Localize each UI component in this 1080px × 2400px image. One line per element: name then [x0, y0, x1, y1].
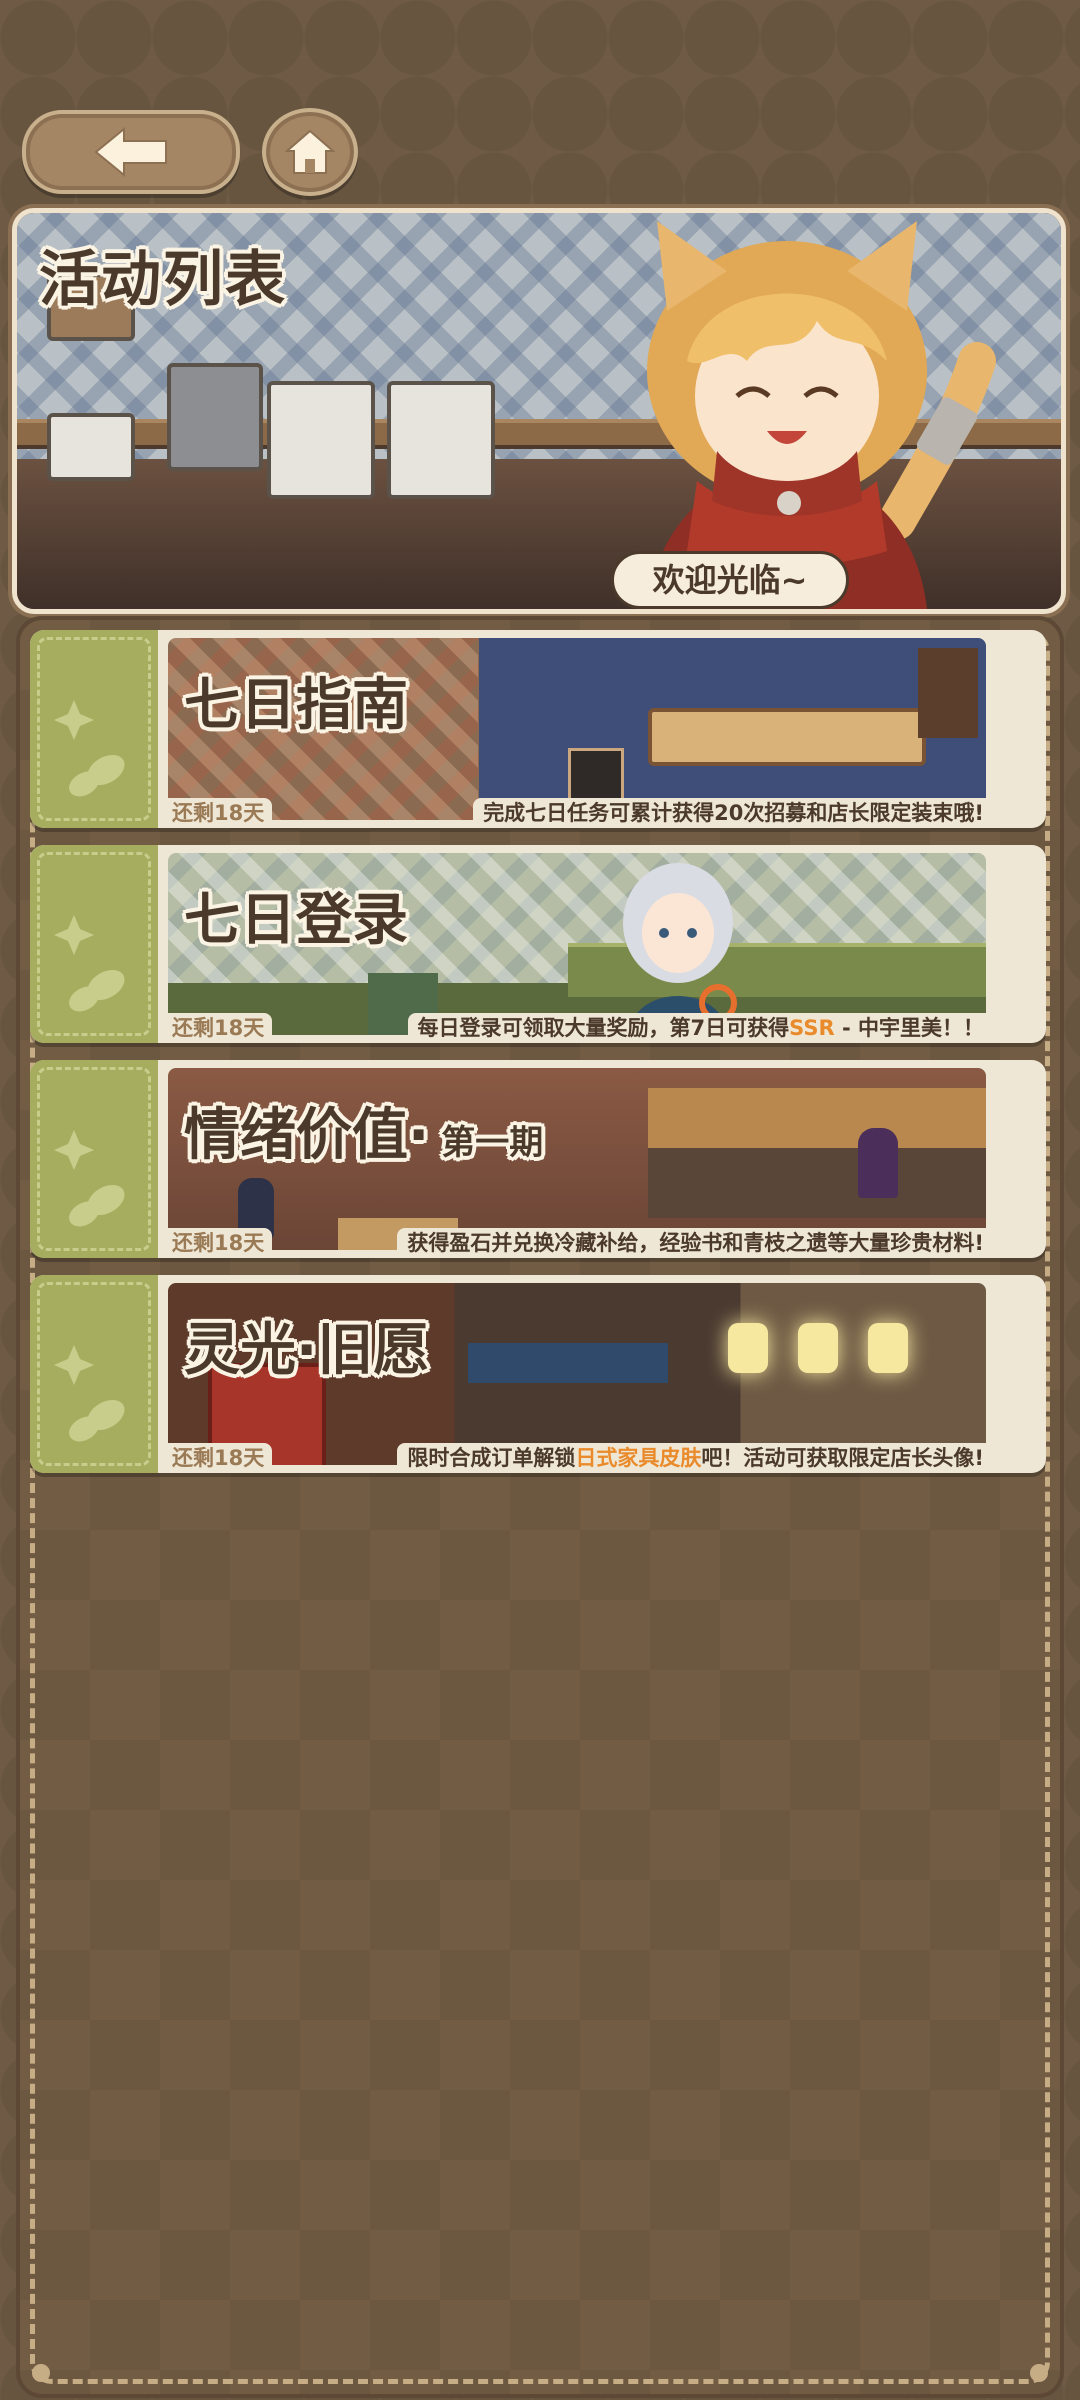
- coffee-bean-icon: [54, 1130, 125, 1227]
- coffee-machine-icon: [387, 381, 495, 499]
- coffee-bean-icon: [54, 915, 125, 1012]
- event-card-seven-day-guide[interactable]: 七日指南 还剩18天 完成七日任务可累计获得20次招募和店长限定装束哦!: [30, 630, 1046, 828]
- oven-icon: [167, 363, 263, 471]
- event-title: 灵光·旧愿: [184, 1318, 430, 1383]
- event-card-seven-day-login[interactable]: 七日登录 还剩18天 每日登录可领取大量奖励，第7日可获得SSR - 中宇里美！…: [30, 845, 1046, 1043]
- character-portrait-icon: [623, 863, 737, 1035]
- back-button[interactable]: [22, 110, 240, 194]
- remaining-days: 还剩18天: [164, 1228, 273, 1258]
- event-description: 限时合成订单解锁日式家具皮肤吧！活动可获取限定店长头像!: [397, 1443, 994, 1473]
- plates-icon: [47, 413, 135, 481]
- house-icon: [285, 129, 335, 174]
- event-artwork: 七日指南: [168, 638, 986, 820]
- event-banner: 活动列表 欢迎光临~: [12, 208, 1066, 614]
- event-artwork: 灵光·旧愿: [168, 1283, 986, 1465]
- card-tab: [30, 1060, 158, 1258]
- remaining-days: 还剩18天: [164, 1013, 273, 1043]
- event-title: 七日指南: [184, 673, 408, 738]
- corner-dot: [1030, 2364, 1048, 2382]
- card-tab: [30, 1275, 158, 1473]
- event-artwork: 七日登录: [168, 853, 986, 1035]
- arrow-left-icon: [94, 127, 167, 177]
- event-description: 每日登录可领取大量奖励，第7日可获得SSR - 中宇里美！！: [407, 1013, 994, 1043]
- card-tab: [30, 845, 158, 1043]
- coffee-bean-icon: [54, 1345, 125, 1442]
- event-artwork: 情绪价值· 第一期: [168, 1068, 986, 1250]
- remaining-days: 还剩18天: [164, 1443, 273, 1473]
- home-button[interactable]: [262, 108, 358, 196]
- banner-title: 活动列表: [39, 245, 287, 315]
- event-title: 七日登录: [184, 888, 408, 953]
- event-description: 获得盈石并兑换冷藏补给，经验书和青枝之遗等大量珍贵材料!: [397, 1228, 994, 1258]
- event-title: 情绪价值· 第一期: [184, 1103, 544, 1168]
- event-card-emotional-value[interactable]: 情绪价值· 第一期 还剩18天 获得盈石并兑换冷藏补给，经验书和青枝之遗等大量珍贵…: [30, 1060, 1046, 1258]
- event-card-spark-old-wish[interactable]: 灵光·旧愿 还剩18天 限时合成订单解锁日式家具皮肤吧！活动可获取限定店长头像!: [30, 1275, 1046, 1473]
- coffee-machine-icon: [267, 381, 375, 499]
- card-tab: [30, 630, 158, 828]
- corner-dot: [32, 2364, 50, 2382]
- event-description: 完成七日任务可累计获得20次招募和店长限定装束哦!: [473, 798, 994, 828]
- remaining-days: 还剩18天: [164, 798, 273, 828]
- welcome-sign: 欢迎光临~: [611, 551, 849, 609]
- coffee-bean-icon: [54, 700, 125, 797]
